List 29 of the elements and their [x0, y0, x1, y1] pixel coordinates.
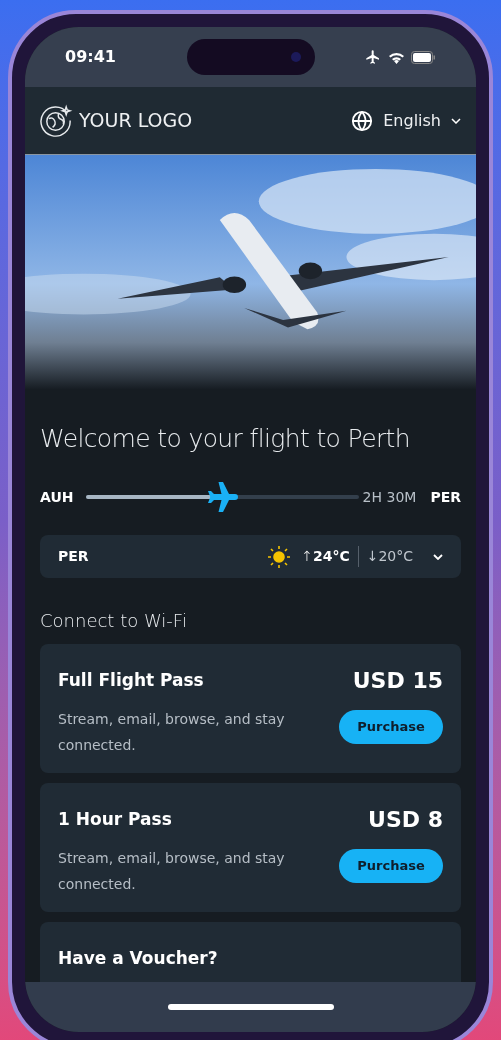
section-heading: Connect to Wi-Fi: [40, 609, 188, 633]
camera-icon: [290, 52, 301, 62]
weather-bar[interactable]: PER ↑24°C ↓20°C: [40, 535, 461, 578]
chevron-down-icon: [451, 117, 461, 124]
globe-icon: [351, 109, 374, 132]
purchase-button[interactable]: Purchase: [339, 710, 443, 744]
pass-price: USD 8: [368, 806, 443, 834]
wifi-icon: [388, 50, 405, 64]
language-selector[interactable]: English: [351, 108, 461, 133]
pass-description: Stream, email, browse, and stay connected.: [58, 848, 286, 894]
purchase-button[interactable]: Purchase: [339, 849, 443, 883]
logo-text: YOUR LOGO: [79, 108, 193, 134]
low-temperature: ↓20°C: [366, 547, 413, 566]
pass-name: 1 Hour Pass: [58, 808, 173, 831]
pass-name: Full Flight Pass: [58, 669, 205, 692]
chevron-icon: [433, 553, 443, 560]
clock: 09:41: [65, 46, 117, 68]
welcome-title: Welcome to your flight to Perth: [40, 422, 411, 455]
high-temperature: ↑24°C: [301, 546, 359, 567]
globe-logo-icon: [40, 104, 73, 137]
airplane-icon: [364, 49, 382, 65]
pass-description: Stream, email, browse, and stay connected.: [58, 709, 286, 755]
sun-icon: [267, 544, 292, 569]
remaining-time: 2H 30M: [362, 487, 417, 507]
battery-icon: [411, 50, 436, 64]
voucher-title: Have a Voucher?: [58, 948, 218, 968]
pass-price: USD 15: [352, 667, 443, 695]
destination-code: PER: [430, 487, 461, 507]
origin-code: AUH: [40, 487, 75, 507]
